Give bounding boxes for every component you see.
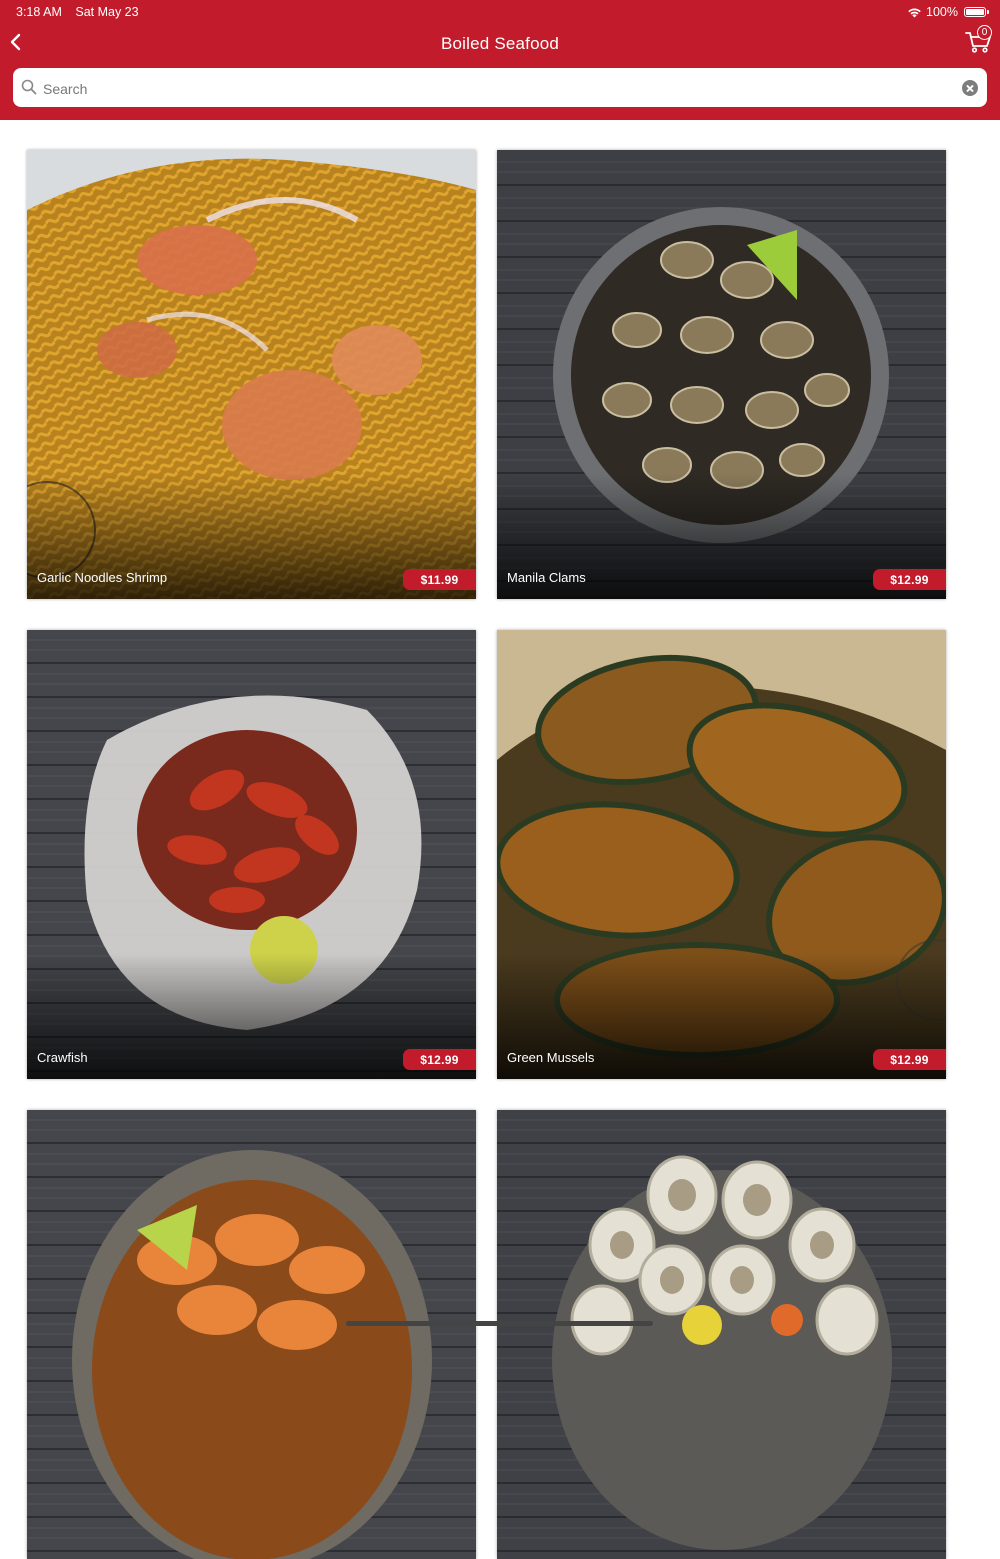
oysters-image xyxy=(497,1110,946,1559)
price-badge: $12.99 xyxy=(873,569,946,590)
home-indicator[interactable] xyxy=(346,1321,653,1326)
product-card-crawfish[interactable]: Crawfish $12.99 xyxy=(27,630,476,1079)
product-name: Crawfish xyxy=(37,1050,88,1065)
product-name: Green Mussels xyxy=(507,1050,595,1065)
wifi-icon xyxy=(908,8,921,17)
header-bar: 3:18 AM Sat May 23 100% Boiled Seafood 0 xyxy=(0,0,1000,120)
status-bar-left: 3:18 AM Sat May 23 xyxy=(16,5,139,19)
manila-clams-image xyxy=(497,150,946,599)
search-icon xyxy=(21,79,37,95)
price-badge: $12.99 xyxy=(403,1049,476,1070)
green-mussels-image xyxy=(497,630,946,1079)
price-badge: $12.99 xyxy=(873,1049,946,1070)
product-card-oysters[interactable] xyxy=(497,1110,946,1559)
cart-count-badge: 0 xyxy=(977,25,992,40)
status-bar-right: 100% xyxy=(907,5,989,19)
battery-percent: 100% xyxy=(926,5,958,19)
garlic-noodles-shrimp-image xyxy=(27,150,476,599)
product-card-manila-clams[interactable]: Manila Clams $12.99 xyxy=(497,150,946,599)
search-bar[interactable] xyxy=(13,68,987,109)
status-time: 3:18 AM xyxy=(16,5,62,19)
product-name: Manila Clams xyxy=(507,570,586,585)
status-date: Sat May 23 xyxy=(75,5,139,19)
product-card-garlic-noodles-shrimp[interactable]: Garlic Noodles Shrimp $11.99 xyxy=(27,150,476,599)
product-card-shrimp[interactable] xyxy=(27,1110,476,1559)
shrimp-image xyxy=(27,1110,476,1559)
price-badge: $11.99 xyxy=(403,569,476,590)
crawfish-image xyxy=(27,630,476,1079)
battery-icon xyxy=(964,7,989,17)
page-title: Boiled Seafood xyxy=(440,34,560,53)
clear-search-icon[interactable] xyxy=(962,80,978,96)
product-card-green-mussels[interactable]: Green Mussels $12.99 xyxy=(497,630,946,1079)
search-input[interactable] xyxy=(41,68,945,109)
product-name: Garlic Noodles Shrimp xyxy=(37,570,168,585)
